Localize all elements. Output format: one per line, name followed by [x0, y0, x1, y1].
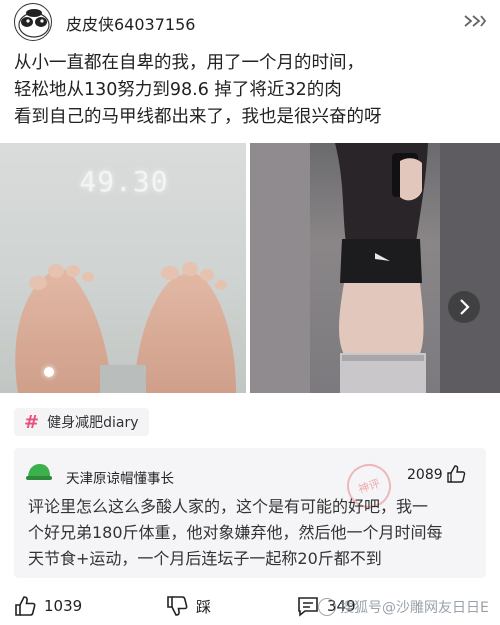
- green-hat-avatar-icon: [26, 464, 52, 480]
- post-text-line: 看到自己的马甲线都出来了，我也是很兴奋的呀: [14, 107, 382, 127]
- post-image-selfie[interactable]: [250, 143, 500, 393]
- avatar-face-icon: [18, 9, 50, 38]
- post-text-line: 从小一直都在自卑的我，用了一个月的时间，: [14, 53, 364, 73]
- like-button[interactable]: 1039: [14, 594, 82, 618]
- scale-indicator-dot: [44, 367, 54, 377]
- post-text-line: 轻松地从130努力到98.6 掉了将近32的肉: [14, 80, 342, 100]
- scale-reading: 49.30: [79, 165, 169, 198]
- chevron-right-icon: [460, 299, 470, 315]
- dislike-button[interactable]: 踩: [166, 594, 211, 618]
- comment-text-line: 天节食+运动，一个月后连坛子一起称20斤都不到: [28, 549, 382, 568]
- post-body: 从小一直都在自卑的我，用了一个月的时间， 轻松地从130努力到98.6 掉了将近…: [14, 50, 486, 131]
- sohu-logo-icon: [318, 598, 336, 616]
- featured-comment[interactable]: 天津原谅帽懂事长 神评 2089 评论里怎么这么多酸人家的，这个是有可能的好吧，…: [14, 448, 486, 578]
- comment-icon: [298, 597, 318, 617]
- comment-username[interactable]: 天津原谅帽懂事长: [66, 467, 174, 487]
- source-watermark: 搜狐号@沙雕网友日日E: [318, 596, 489, 618]
- thumbs-up-icon[interactable]: [446, 464, 466, 484]
- topic-tag-label: 健身减肥diary: [47, 415, 139, 431]
- like-count: 1039: [44, 597, 83, 615]
- comment-text-line: 评论里怎么这么多酸人家的，这个是有可能的好吧，我一: [28, 497, 429, 516]
- dislike-label: 踩: [196, 597, 212, 616]
- thumbs-down-icon: [167, 596, 188, 616]
- post-username[interactable]: 皮皮侠64037156: [66, 11, 195, 35]
- mirror-selfie-illustration: [250, 143, 500, 393]
- thumbs-up-icon: [15, 596, 36, 616]
- topic-tag[interactable]: # 健身减肥diary: [14, 408, 149, 436]
- comment-body: 评论里怎么这么多酸人家的，这个是有可能的好吧，我一 个好兄弟180斤体重，他对象…: [28, 494, 480, 572]
- next-image-button[interactable]: [448, 291, 480, 323]
- watermark-text: 搜狐号@沙雕网友日日E: [340, 600, 489, 616]
- comment-like-count: 2089: [407, 467, 443, 483]
- user-avatar[interactable]: [14, 3, 52, 41]
- comment-text-line: 个好兄弟180斤体重，他对象嫌弃他，然后他一个月时间每: [28, 523, 443, 542]
- more-icon[interactable]: [462, 12, 486, 30]
- post-image-scale[interactable]: 49.30: [0, 143, 246, 393]
- post-header: 皮皮侠64037156: [0, 0, 500, 44]
- hashtag-icon: #: [24, 411, 40, 433]
